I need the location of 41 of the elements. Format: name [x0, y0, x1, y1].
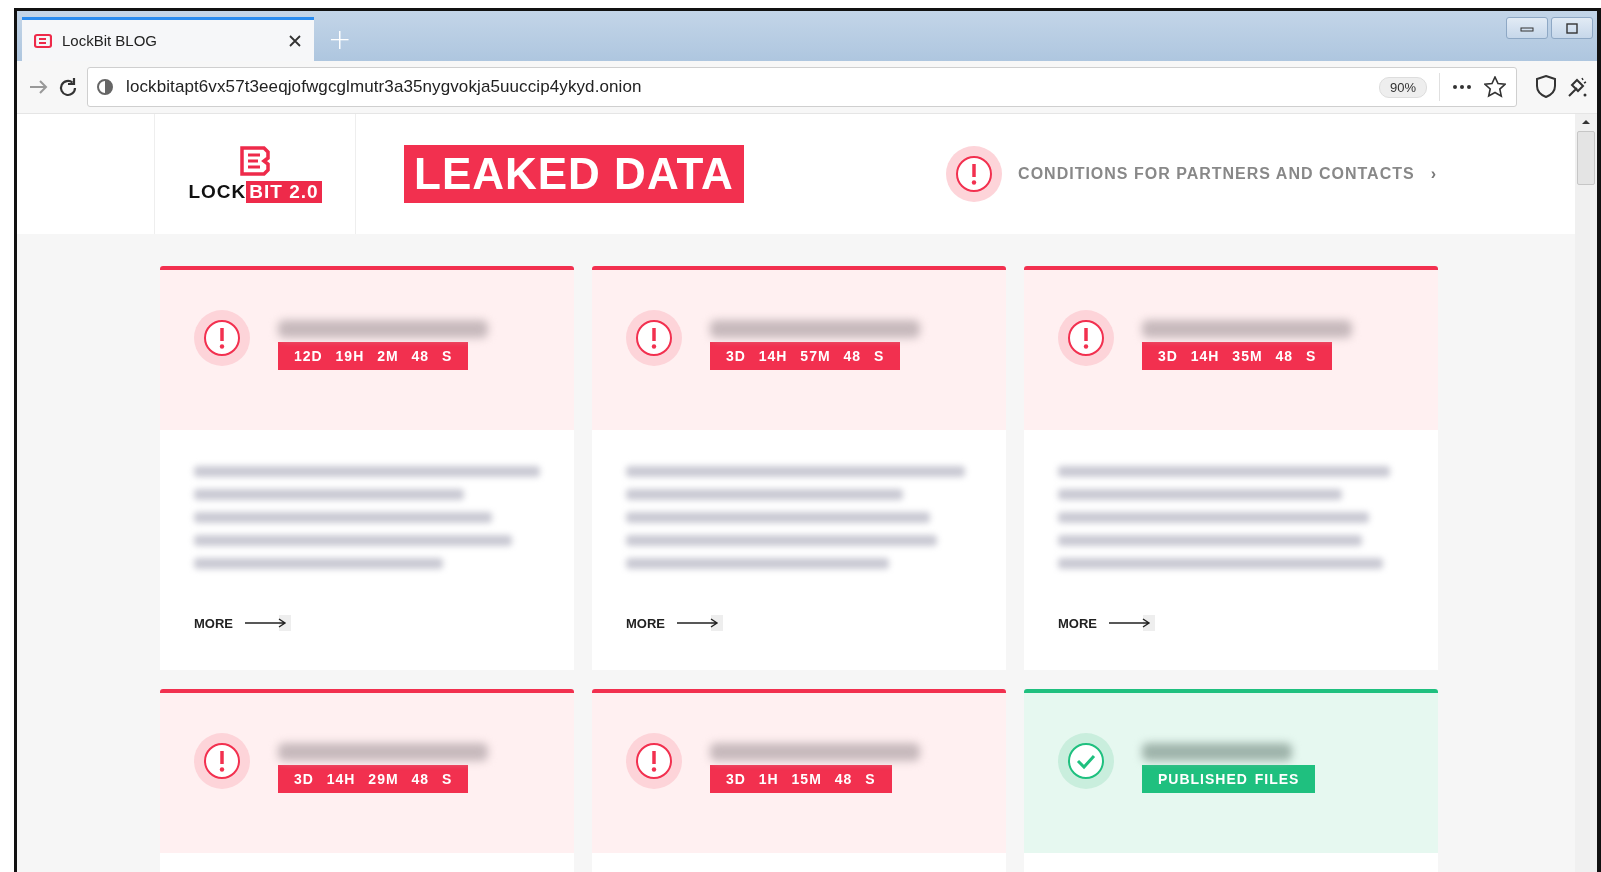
exclamation-icon [202, 318, 242, 358]
countdown-badge: 12D 19H 2M 48 S [278, 342, 469, 370]
more-link[interactable]: MORE [194, 615, 291, 631]
zoom-level[interactable]: 90% [1378, 76, 1427, 98]
arrow-icon [677, 615, 723, 631]
close-icon[interactable] [288, 33, 302, 48]
page-banner: LEAKED DATA [404, 145, 744, 203]
chevron-icon[interactable]: › [1430, 165, 1437, 183]
more-icon[interactable] [1452, 82, 1472, 92]
scroll-up-icon[interactable] [1581, 118, 1591, 125]
exclamation-icon [202, 741, 242, 781]
countdown-badge: 3D 14H 57M 48 S [710, 342, 901, 370]
exclamation-icon [1066, 318, 1106, 358]
countdown-badge: 3D 1H 15M 48 S [710, 765, 892, 793]
arrow-icon [245, 615, 291, 631]
arrow-icon [1109, 615, 1155, 631]
check-icon [1066, 741, 1106, 781]
scroll-thumb[interactable] [1577, 131, 1595, 185]
more-link[interactable]: MORE [1058, 615, 1155, 631]
minimize-icon [1520, 24, 1534, 32]
exclamation-icon [634, 318, 674, 358]
exclamation-icon [634, 741, 674, 781]
scrollbar[interactable] [1575, 114, 1597, 872]
more-link[interactable]: MORE [626, 615, 723, 631]
restore-button[interactable] [1551, 17, 1593, 39]
site-icon [34, 32, 52, 49]
countdown-badge: 3D 14H 29M 48 S [278, 765, 469, 793]
conditions-link[interactable]: CONDITIONS FOR PARTNERS AND CONTACTS [1018, 165, 1415, 183]
reload-icon[interactable] [57, 76, 79, 98]
logo-text: BIT 2.0 [246, 181, 322, 203]
countdown-badge: 3D 14H 35M 48 S [1142, 342, 1333, 370]
logo-text: LOCK [188, 181, 247, 203]
restore-icon [1566, 22, 1578, 34]
globe-icon [96, 78, 114, 96]
star-icon[interactable] [1484, 76, 1506, 98]
address-field[interactable]: lockbitapt6vx57t3eeqjofwgcglmutr3a35nygvokja5uuccip4ykyd.onion 90% [87, 67, 1517, 107]
browser-tab[interactable]: LockBit BLOG [22, 17, 314, 61]
minimize-button[interactable] [1506, 17, 1548, 39]
exclamation-icon [954, 154, 995, 194]
status-badge: PUBLISHED FILES [1142, 765, 1316, 793]
shield-icon[interactable] [1535, 75, 1557, 99]
